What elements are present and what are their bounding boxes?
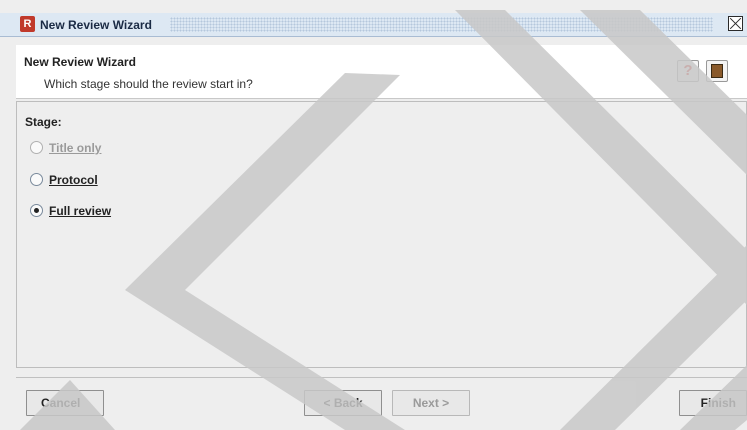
back-button[interactable]: < Back <box>304 390 382 416</box>
close-icon[interactable] <box>728 16 743 31</box>
radio-circle[interactable] <box>30 141 43 154</box>
question-mark-icon: ? <box>683 62 693 79</box>
radio-title-only-label: Title only <box>49 141 102 155</box>
title-bar: R New Review Wizard <box>0 13 747 37</box>
radio-protocol[interactable]: Protocol <box>30 172 98 188</box>
window-title: New Review Wizard <box>40 18 152 32</box>
radio-circle-selected[interactable] <box>30 204 43 217</box>
radio-full-review[interactable]: Full review <box>30 203 111 219</box>
radio-full-review-label: Full review <box>49 204 112 218</box>
radio-circle[interactable] <box>30 173 43 186</box>
wizard-header-subtitle: Which stage should the review start in? <box>44 77 253 91</box>
radio-title-only[interactable]: Title only <box>30 140 101 156</box>
book-icon <box>711 64 723 78</box>
stage-label: Stage: <box>25 115 62 129</box>
next-button[interactable]: Next > <box>392 390 470 416</box>
wizard-header: New Review Wizard Which stage should the… <box>16 45 747 99</box>
stage-panel: Stage: Title only Protocol Full review <box>16 101 747 368</box>
app-icon: R <box>20 16 35 32</box>
finish-button[interactable]: Finish <box>679 390 747 416</box>
radio-protocol-label: Protocol <box>49 173 98 187</box>
cancel-button[interactable]: Cancel <box>26 390 104 416</box>
manual-button[interactable] <box>706 60 728 82</box>
divider <box>16 377 747 378</box>
wizard-header-title: New Review Wizard <box>24 55 136 69</box>
help-button[interactable]: ? <box>677 60 699 82</box>
title-bar-pattern <box>170 17 713 32</box>
